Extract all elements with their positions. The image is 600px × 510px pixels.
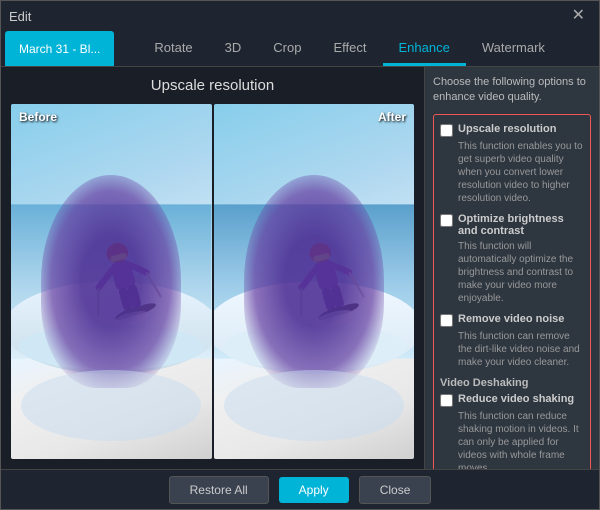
deshake-option-row: Reduce video shaking (440, 393, 584, 407)
noise-option-row: Remove video noise (440, 313, 584, 327)
brightness-label[interactable]: Optimize brightness and contrast (458, 213, 584, 237)
noise-label[interactable]: Remove video noise (458, 313, 564, 325)
restore-all-button[interactable]: Restore All (169, 476, 269, 504)
after-image (214, 104, 415, 459)
close-button[interactable]: Close (359, 476, 432, 504)
before-label: Before (19, 110, 57, 124)
noise-desc: This function can remove the dirt-like v… (440, 330, 584, 369)
before-skier-svg (11, 104, 212, 459)
window-close-button[interactable]: ✕ (566, 6, 591, 26)
tab-effect[interactable]: Effect (317, 31, 382, 66)
main-content: Upscale resolution Before (1, 67, 599, 469)
deshake-checkbox[interactable] (440, 394, 453, 407)
nav-tabs: Rotate 3D Crop Effect Enhance Watermark (138, 31, 595, 66)
tab-3d[interactable]: 3D (209, 31, 258, 66)
deshaking-title: Video Deshaking (440, 377, 584, 389)
after-label: After (378, 110, 406, 124)
right-panel: Choose the following options to enhance … (424, 67, 599, 469)
preview-images: Before (11, 104, 414, 459)
enhance-options-section: Upscale resolution This function enables… (433, 114, 591, 469)
tab-watermark[interactable]: Watermark (466, 31, 561, 66)
before-preview: Before (11, 104, 212, 459)
title-bar: Edit ✕ (1, 1, 599, 31)
before-image (11, 104, 212, 459)
upscale-label[interactable]: Upscale resolution (458, 123, 556, 135)
preview-area: Upscale resolution Before (1, 67, 424, 469)
upscale-option-row: Upscale resolution (440, 123, 584, 137)
brightness-option-row: Optimize brightness and contrast (440, 213, 584, 237)
upscale-checkbox[interactable] (440, 124, 453, 137)
preview-title: Upscale resolution (151, 77, 274, 94)
after-skier-svg (214, 104, 415, 459)
apply-button[interactable]: Apply (279, 477, 349, 503)
file-tab[interactable]: March 31 - Bl... (5, 31, 114, 66)
tab-crop[interactable]: Crop (257, 31, 317, 66)
deshake-label[interactable]: Reduce video shaking (458, 393, 574, 405)
after-preview: After (214, 104, 415, 459)
brightness-desc: This function will automatically optimiz… (440, 240, 584, 305)
tab-enhance[interactable]: Enhance (383, 31, 466, 66)
brightness-checkbox[interactable] (440, 214, 453, 227)
panel-description: Choose the following options to enhance … (433, 75, 591, 106)
upscale-desc: This function enables you to get superb … (440, 140, 584, 205)
tab-rotate[interactable]: Rotate (138, 31, 208, 66)
deshake-desc: This function can reduce shaking motion … (440, 410, 584, 469)
bottom-bar: Restore All Apply Close (1, 469, 599, 509)
title-bar-right: ✕ (566, 6, 591, 26)
tab-bar: March 31 - Bl... Rotate 3D Crop Effect E… (1, 31, 599, 67)
noise-checkbox[interactable] (440, 314, 453, 327)
title-bar-left: Edit (9, 9, 31, 24)
edit-window: Edit ✕ March 31 - Bl... Rotate 3D Crop E… (0, 0, 600, 510)
window-title: Edit (9, 9, 31, 24)
